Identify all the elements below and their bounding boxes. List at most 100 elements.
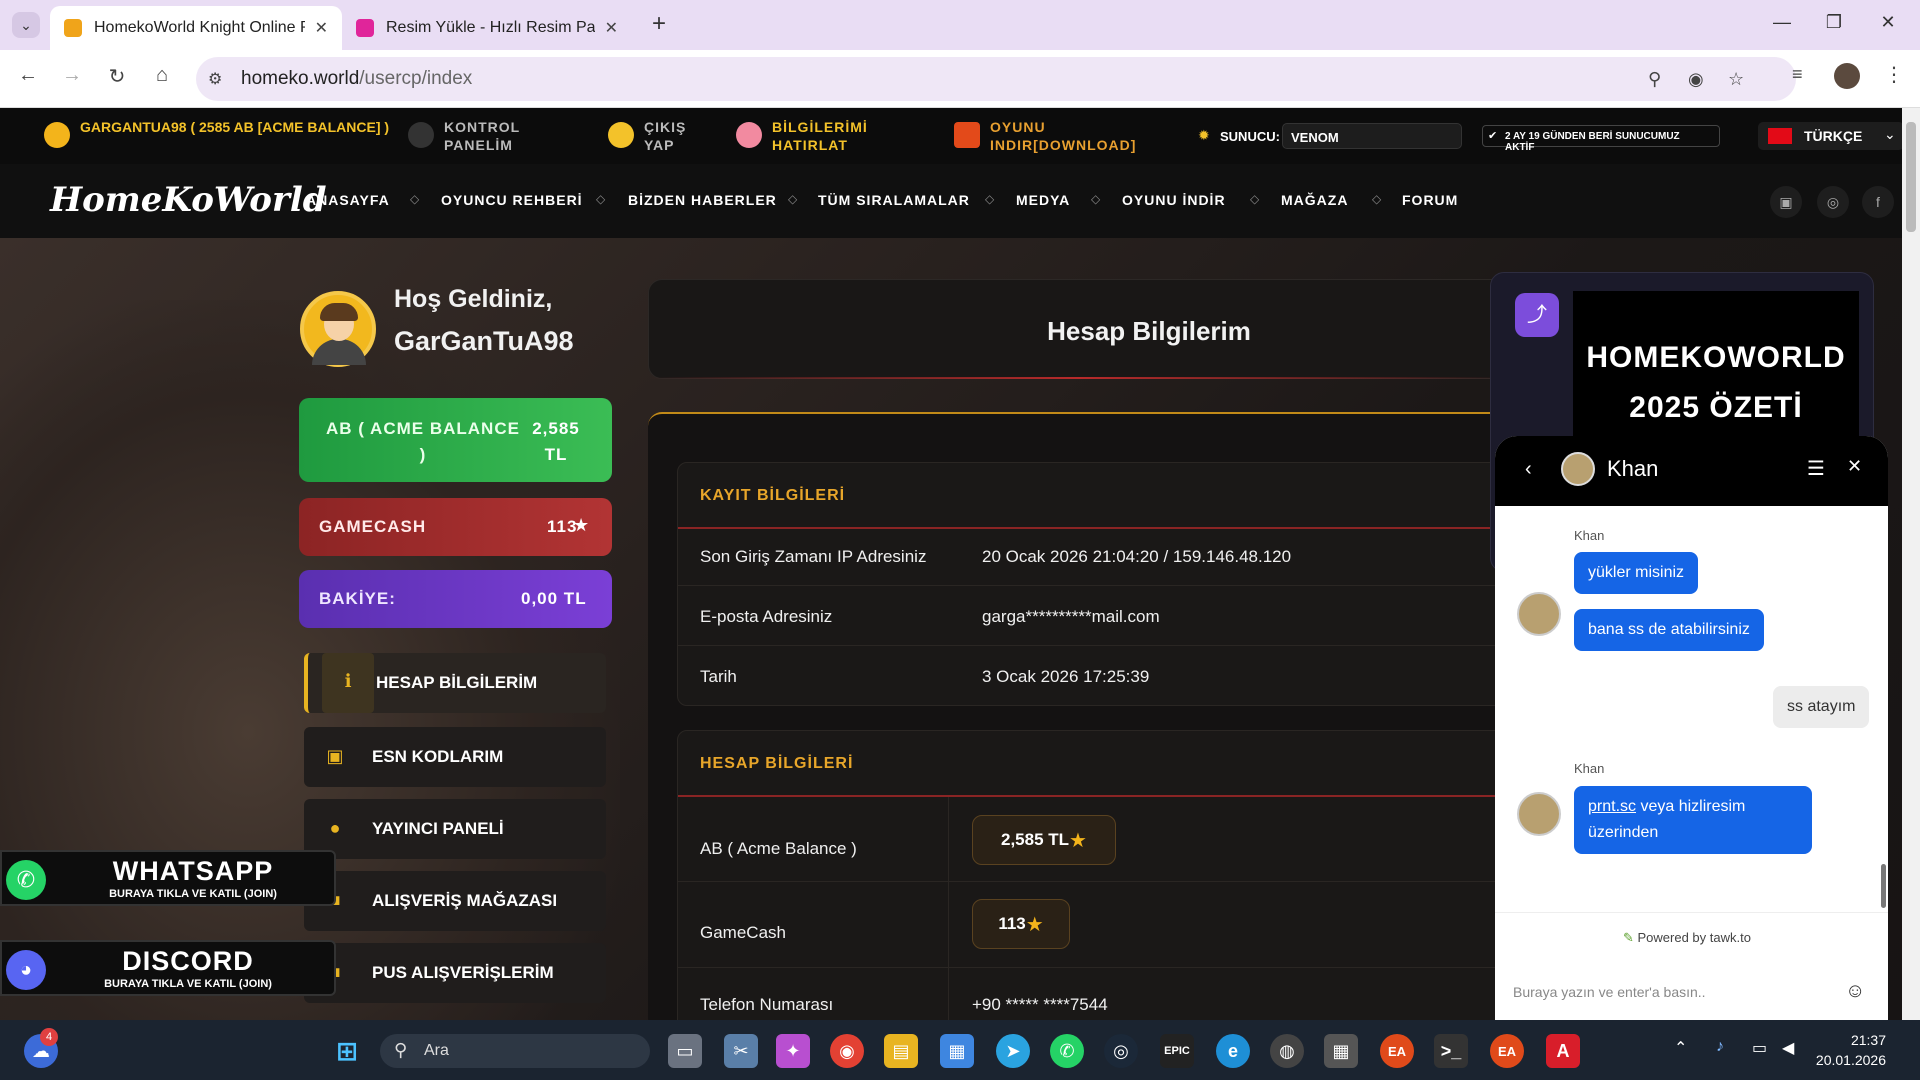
restore-icon[interactable]: ❐: [1822, 12, 1846, 33]
chat-widget: ‹ Khan ☰ ✕ Khan yükler misiniz bana ss d…: [1495, 436, 1888, 1020]
chart-icon: ⤴: [1515, 293, 1559, 337]
language-select[interactable]: TÜRKÇE ⌄: [1758, 122, 1904, 150]
message-sender: Khan: [1574, 528, 1605, 543]
microphone-icon[interactable]: ♪: [1716, 1038, 1724, 1056]
page-scrollbar-thumb[interactable]: [1906, 122, 1916, 232]
bookmark-star-icon[interactable]: ☆: [1728, 69, 1744, 90]
nav-tum-siralamalar[interactable]: TÜM SIRALAMALAR: [818, 192, 970, 208]
user-balance-link[interactable]: GARGANTUA98 ( 2585 AB [ACME BALANCE] ): [80, 118, 396, 136]
url-text[interactable]: homeko.world/usercp/index: [241, 68, 472, 90]
nav-oyuncu-rehberi[interactable]: OYUNCU REHBERİ: [441, 192, 583, 208]
copilot-icon[interactable]: ✦: [776, 1034, 810, 1068]
menu-pus-alisverislerim[interactable]: ■ PUS ALIŞVERİŞLERİM: [304, 943, 606, 1003]
tab-homekoworld[interactable]: HomekoWorld Knight Online Pvp ✕: [50, 6, 342, 50]
remember-link[interactable]: BİLGİLERİMİ HATIRLAT: [772, 118, 868, 154]
download-icon: [954, 122, 980, 148]
browser-menu-icon[interactable]: ⋮: [1884, 62, 1904, 87]
site-logo[interactable]: HomeKoWorld: [50, 180, 327, 220]
emoji-icon[interactable]: ☺: [1845, 980, 1865, 1003]
zoom-icon[interactable]: ⚲: [1648, 69, 1661, 90]
new-tab-button[interactable]: +: [652, 10, 666, 38]
calculator-icon[interactable]: ▦: [1324, 1034, 1358, 1068]
page-scrollbar[interactable]: [1902, 108, 1920, 1020]
tab-search-button[interactable]: ⌄: [12, 12, 40, 38]
nav-medya[interactable]: MEDYA: [1016, 192, 1070, 208]
facebook-icon[interactable]: f: [1862, 186, 1894, 218]
obs-icon[interactable]: ◍: [1270, 1034, 1304, 1068]
chat-scrollbar[interactable]: [1881, 864, 1886, 908]
tab-resim-yukle[interactable]: Resim Yükle - Hızlı Resim Paylaş ✕: [342, 6, 632, 50]
account-title-card: Hesap Bilgilerim: [648, 279, 1509, 379]
edge-icon[interactable]: e: [1216, 1034, 1250, 1068]
prnt-link[interactable]: prnt.sc: [1588, 798, 1636, 815]
chat-message-in: prnt.sc veya hizliresim üzerinden: [1574, 786, 1812, 854]
nav-anasayfa[interactable]: ANASAYFA: [306, 192, 390, 208]
menu-yayinci-paneli[interactable]: ● YAYINCI PANELİ: [304, 799, 606, 859]
task-view-icon[interactable]: ▭: [668, 1034, 702, 1068]
epic-games-icon[interactable]: EPIC: [1160, 1034, 1194, 1068]
control-panel-link[interactable]: KONTROL PANELİM: [444, 118, 520, 154]
clock-date[interactable]: 20.01.2026: [1802, 1052, 1886, 1068]
close-tab-icon[interactable]: ✕: [315, 18, 328, 38]
store-icon[interactable]: ▦: [940, 1034, 974, 1068]
profile-avatar[interactable]: [1834, 63, 1860, 89]
chrome-icon[interactable]: ◉: [830, 1034, 864, 1068]
telegram-icon[interactable]: ➤: [996, 1034, 1030, 1068]
windows-start-icon[interactable]: ⊞: [330, 1034, 364, 1068]
last-login-value: 20 Ocak 2026 21:04:20 / 159.146.48.120: [982, 547, 1292, 566]
forward-icon[interactable]: →: [58, 64, 86, 87]
whatsapp-join-button[interactable]: ✆ WHATSAPP BURAYA TIKLA VE KATIL (JOIN): [0, 850, 336, 906]
acrobat-icon[interactable]: A: [1546, 1034, 1580, 1068]
window-close-icon[interactable]: ✕: [1876, 12, 1900, 33]
menu-esn-kodlarim[interactable]: ▣ ESN KODLARIM: [304, 727, 606, 787]
logout-link[interactable]: ÇIKIŞ YAP: [644, 118, 686, 154]
discord-join-button[interactable]: ◕ DISCORD BURAYA TIKLA VE KATIL (JOIN): [0, 940, 336, 996]
email-label: E-posta Adresiniz: [700, 607, 833, 626]
menu-alisveris-magazasi[interactable]: ■ ALIŞVERİŞ MAĞAZASI: [304, 871, 606, 931]
tray-chevron-icon[interactable]: ⌃: [1674, 1038, 1687, 1058]
eye-off-icon[interactable]: ◉: [1688, 69, 1704, 90]
minimize-icon[interactable]: —: [1770, 12, 1794, 33]
address-bar[interactable]: ⚙ homeko.world/usercp/index ⚲ ◉ ☆: [196, 57, 1796, 101]
clock-time[interactable]: 21:37: [1822, 1032, 1886, 1048]
media-control-icon[interactable]: ≡: [1792, 64, 1803, 85]
server-select[interactable]: VENOM: [1282, 123, 1462, 149]
phone-value: +90 ***** ****7544: [972, 995, 1108, 1014]
email-value: garga**********mail.com: [982, 607, 1160, 626]
whatsapp-app-icon[interactable]: ✆: [1050, 1034, 1084, 1068]
download-link[interactable]: OYUNU INDIR[DOWNLOAD]: [990, 118, 1136, 154]
home-icon[interactable]: ⌂: [148, 64, 176, 87]
file-explorer-icon[interactable]: ▤: [884, 1034, 918, 1068]
volume-icon[interactable]: ◀: [1782, 1038, 1794, 1058]
nav-bizden-haberler[interactable]: BİZDEN HABERLER: [628, 192, 777, 208]
ea-app-icon[interactable]: EA: [1490, 1034, 1524, 1068]
terminal-icon[interactable]: >_: [1434, 1034, 1468, 1068]
chat-back-icon[interactable]: ‹: [1525, 458, 1532, 481]
ea-icon[interactable]: EA: [1380, 1034, 1414, 1068]
server-gear-icon: ✹: [1198, 127, 1210, 143]
back-icon[interactable]: ←: [14, 64, 42, 87]
chat-close-icon[interactable]: ✕: [1847, 456, 1862, 477]
chat-input[interactable]: Buraya yazın ve enter'a basın..: [1513, 984, 1823, 1000]
snipping-icon[interactable]: ✂: [724, 1034, 758, 1068]
nav-forum[interactable]: FORUM: [1402, 192, 1458, 208]
star-icon: ★: [1069, 829, 1087, 852]
promo-line1: HOMEKOWORLD: [1586, 341, 1846, 374]
twitch-icon[interactable]: ▣: [1770, 186, 1802, 218]
logout-icon: [608, 122, 634, 148]
display-icon[interactable]: ▭: [1752, 1038, 1767, 1058]
chat-menu-icon[interactable]: ☰: [1807, 456, 1825, 481]
steam-icon[interactable]: ◎: [1104, 1034, 1138, 1068]
menu-hesap-bilgilerim[interactable]: ℹ HESAP BİLGİLERİM: [304, 653, 606, 713]
site-info-icon[interactable]: ⚙: [208, 69, 222, 89]
nav-oyunu-indir[interactable]: OYUNU İNDİR: [1122, 192, 1226, 208]
reload-icon[interactable]: ↻: [103, 64, 131, 89]
nav-magaza[interactable]: MAĞAZA: [1281, 192, 1348, 208]
tab-title: Resim Yükle - Hızlı Resim Paylaş: [386, 19, 595, 36]
taskbar-search[interactable]: ⚲ Ara: [380, 1034, 650, 1068]
nav-separator: ◇: [596, 192, 606, 206]
powered-by-link[interactable]: ✎ Powered by tawk.to: [1623, 930, 1751, 946]
instagram-icon[interactable]: ◎: [1817, 186, 1849, 218]
close-tab-icon[interactable]: ✕: [605, 18, 618, 38]
ab-balance-value: 2,585 TL: [532, 419, 580, 464]
